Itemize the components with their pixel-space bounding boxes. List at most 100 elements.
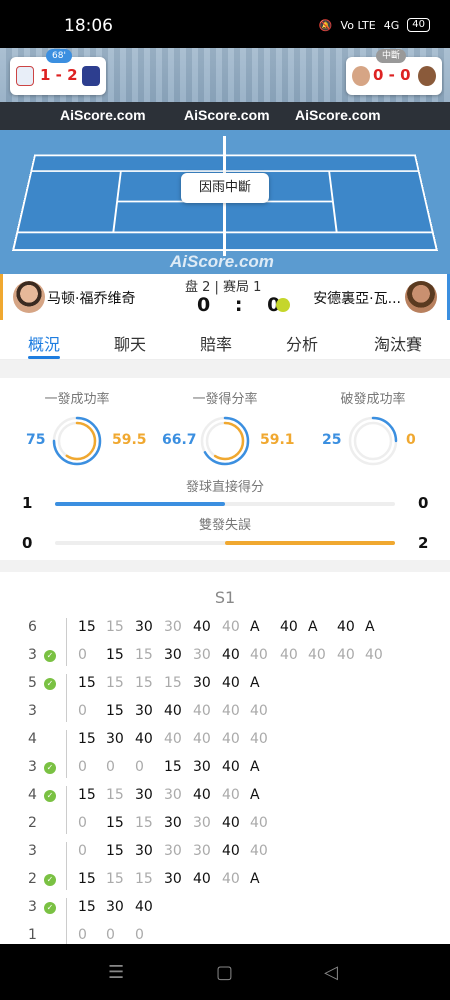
point-score: 0 xyxy=(106,759,115,775)
ring-track xyxy=(353,421,393,461)
avatar[interactable] xyxy=(13,281,45,313)
point-score: 40 xyxy=(193,787,211,803)
game-row: 3 0 15 30 30 30 40 40 xyxy=(0,838,450,866)
status-bar: 18:06 🔕 Vo LTE 4G 40 xyxy=(0,0,450,48)
game-row: 4 15 30 40 40 40 40 40 xyxy=(0,726,450,754)
point-score: 30 xyxy=(164,843,182,859)
point-score: 15 xyxy=(78,619,96,635)
point-score: 40 xyxy=(222,815,240,831)
point-score: 40 xyxy=(280,619,298,635)
avatar[interactable] xyxy=(405,281,437,313)
home-icon[interactable]: ▢ xyxy=(216,962,233,983)
point-score: 15 xyxy=(106,619,124,635)
point-score: 15 xyxy=(106,787,124,803)
games-score: 3 xyxy=(28,759,37,775)
tab-bar: 概況 聊天 賠率 分析 淘汰賽 xyxy=(0,320,450,360)
point-score: 40 xyxy=(250,703,268,719)
tab-analysis[interactable]: 分析 xyxy=(286,331,318,355)
game-row: 4 ✓ 15 15 30 30 40 40 A xyxy=(0,782,450,810)
ad-text: AiScore.com xyxy=(295,107,381,123)
point-score: 0 xyxy=(78,815,87,831)
point-score: 40 xyxy=(222,759,240,775)
point-score: 0 xyxy=(78,843,87,859)
player-right-name[interactable]: 安德裏亞·瓦... xyxy=(313,288,401,308)
point-score: 40 xyxy=(250,731,268,747)
set-label: S1 xyxy=(214,588,236,607)
point-score: 40 xyxy=(222,731,240,747)
point-score: 0 xyxy=(135,759,144,775)
stat-title: 雙發失誤 xyxy=(198,518,251,533)
mini-score: 0 - 0 xyxy=(373,66,411,84)
games-score: 6 xyxy=(28,619,37,635)
point-score: 0 xyxy=(78,927,87,943)
point-score: 30 xyxy=(135,787,153,803)
point-score: 15 xyxy=(106,675,124,691)
point-score: 40 xyxy=(193,731,211,747)
point-score: A xyxy=(250,871,260,887)
back-icon[interactable]: ◁ xyxy=(324,962,338,983)
point-score: 30 xyxy=(135,703,153,719)
stats-panel: 一發成功率 一發得分率 破發成功率 75 59.5 66.7 59.1 25 0… xyxy=(0,378,450,560)
avatar xyxy=(418,66,436,86)
other-match-card-right[interactable]: 中斷 0 - 0 xyxy=(346,49,442,95)
point-score: 40 xyxy=(193,871,211,887)
tab-odds[interactable]: 賠率 xyxy=(200,331,232,355)
game-row: 6 15 15 30 30 40 40 A 40 A 40 A xyxy=(0,614,450,642)
set-info: 盘 2 | 赛局 1 xyxy=(185,280,262,295)
menu-icon[interactable]: ☰ xyxy=(108,962,124,983)
ad-text: AiScore.com xyxy=(60,107,146,123)
point-score: 30 xyxy=(193,647,211,663)
score-bar: 马顿·福乔维奇 盘 2 | 赛局 1 0 : 0 安德裏亞·瓦... xyxy=(0,274,450,320)
point-score: 40 xyxy=(222,843,240,859)
stat-left-value: 75 xyxy=(26,432,46,448)
stat-left-value: 0 xyxy=(22,534,33,552)
point-score: 0 xyxy=(106,927,115,943)
serving-ball-icon xyxy=(276,298,290,312)
tab-bracket[interactable]: 淘汰賽 xyxy=(374,331,422,355)
point-score: A xyxy=(250,759,260,775)
point-score: 15 xyxy=(106,703,124,719)
ad-text: AiScore.com xyxy=(184,107,270,123)
tab-chat[interactable]: 聊天 xyxy=(114,331,146,355)
minute-badge: 68' xyxy=(46,49,72,63)
point-score: 40 xyxy=(222,871,240,887)
point-score: 30 xyxy=(193,815,211,831)
point-score: 15 xyxy=(106,815,124,831)
point-score: 30 xyxy=(193,759,211,775)
point-score: 40 xyxy=(222,703,240,719)
status-badge: 中斷 xyxy=(376,49,407,63)
point-score: 30 xyxy=(135,843,153,859)
point-score: 15 xyxy=(164,675,182,691)
point-score: 40 xyxy=(222,787,240,803)
check-icon: ✓ xyxy=(44,902,56,914)
games-score: 4 xyxy=(28,787,37,803)
stat-right-value: 0 xyxy=(406,432,416,448)
bar-right-fill xyxy=(225,541,395,545)
system-nav-bar: ☰ ▢ ◁ xyxy=(0,944,450,1000)
court-logo: AiScore.com xyxy=(170,252,274,271)
point-score: 15 xyxy=(135,647,153,663)
tab-overview[interactable]: 概況 xyxy=(28,331,60,355)
ring-chart xyxy=(348,416,398,466)
player-left-name[interactable]: 马顿·福乔维奇 xyxy=(47,288,135,308)
point-score: 40 xyxy=(222,647,240,663)
point-score: 15 xyxy=(78,731,96,747)
point-score: 15 xyxy=(78,675,96,691)
check-icon: ✓ xyxy=(44,874,56,886)
stat-left-value: 25 xyxy=(322,432,342,448)
point-score: 40 xyxy=(193,619,211,635)
point-score: 30 xyxy=(164,787,182,803)
signal-icon: 4G xyxy=(383,18,400,32)
score-left: 0 xyxy=(197,294,213,316)
stat-right-value: 2 xyxy=(418,534,429,552)
point-score: 15 xyxy=(106,871,124,887)
point-score: 40 xyxy=(308,647,326,663)
games-score: 3 xyxy=(28,647,37,663)
other-match-card-left[interactable]: 68' 1 - 2 xyxy=(10,49,106,95)
stat-title: 一發成功率 xyxy=(44,392,110,407)
point-score: A xyxy=(250,675,260,691)
team-crest-icon xyxy=(82,66,100,86)
main-score: 0 : 0 xyxy=(197,294,282,316)
point-score: 15 xyxy=(164,759,182,775)
point-score: A xyxy=(365,619,375,635)
